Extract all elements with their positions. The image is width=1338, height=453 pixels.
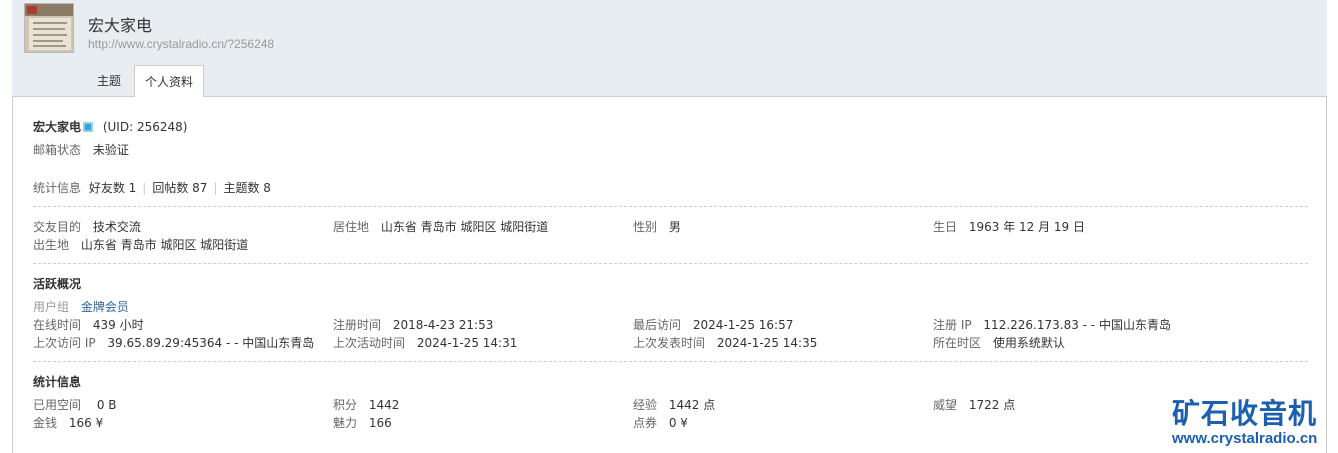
replies-count-link[interactable]: 回帖数 87 [152,181,207,195]
prestige-field: 威望 1722 点 [933,397,1015,413]
prestige-value: 1722 点 [968,398,1016,412]
birthday-field: 生日 1963 年 12 月 19 日 [933,219,1085,235]
purpose-field: 交友目的 技术交流 [33,219,141,235]
divider [33,361,1308,362]
money-field: 金钱 166 ¥ [33,415,103,431]
email-status-row: 邮箱状态 未验证 [33,142,129,158]
online-time-value: 439 小时 [92,318,144,332]
coupon-label: 点券 [633,416,658,430]
register-ip-value: 112.226.173.83 - - 中国山东青岛 [983,318,1171,332]
stats-summary-row: 统计信息 好友数 1 | 回帖数 87 | 主题数 8 [33,181,271,195]
register-time-label: 注册时间 [333,318,382,332]
last-active-label: 上次活动时间 [333,336,406,350]
experience-field: 经验 1442 点 [633,397,715,413]
residence-value: 山东省 青岛市 城阳区 城阳街道 [380,220,549,234]
user-group-label: 用户组 [33,300,70,314]
friends-count-link[interactable]: 好友数 1 [89,181,136,195]
online-time-label: 在线时间 [33,318,82,332]
birthplace-field: 出生地 山东省 青岛市 城阳区 城阳街道 [33,237,248,253]
timezone-field: 所在时区 使用系统默认 [933,335,1065,351]
email-status-value: 未验证 [92,143,129,157]
charm-field: 魅力 166 [333,415,392,431]
site-watermark: 矿石收音机 www.crystalradio.cn [1172,392,1332,450]
residence-field: 居住地 山东省 青岛市 城阳区 城阳街道 [333,219,548,235]
statistics-section-title: 统计信息 [33,375,82,389]
purpose-label: 交友目的 [33,220,82,234]
email-status-label: 邮箱状态 [33,143,82,157]
last-ip-field: 上次访问 IP 39.65.89.29:45364 - - 中国山东青岛 [33,335,314,351]
gender-field: 性别 男 [633,219,681,235]
activity-section-title: 活跃概况 [33,277,82,291]
user-group-field: 用户组 金牌会员 [33,299,129,315]
divider [33,206,1308,207]
last-visit-label: 最后访问 [633,318,682,332]
header-user-url[interactable]: http://www.crystalradio.cn/?256248 [88,37,274,51]
last-active-field: 上次活动时间 2024-1-25 14:31 [333,335,517,351]
charm-label: 魅力 [333,416,358,430]
space-used-value: 0 B [96,398,117,412]
space-used-label: 已用空间 [33,398,82,412]
timezone-value: 使用系统默认 [992,336,1065,350]
profile-header: 宏大家电 http://www.crystalradio.cn/?256248 … [12,0,1327,98]
threads-count-link[interactable]: 主题数 8 [223,181,270,195]
birthplace-value: 山东省 青岛市 城阳区 城阳街道 [80,238,249,252]
profile-name: 宏大家电 [33,120,82,134]
last-ip-value: 39.65.89.29:45364 - - 中国山东青岛 [107,336,315,350]
space-used-field: 已用空间 0 B [33,397,117,413]
register-time-field: 注册时间 2018-4-23 21:53 [333,317,493,333]
last-post-field: 上次发表时间 2024-1-25 14:35 [633,335,817,351]
watermark-url: www.crystalradio.cn [1172,430,1318,447]
money-label: 金钱 [33,416,58,430]
last-active-value: 2024-1-25 14:31 [416,336,518,350]
coupon-field: 点券 0 ¥ [633,415,688,431]
last-visit-field: 最后访问 2024-1-25 16:57 [633,317,793,333]
experience-label: 经验 [633,398,658,412]
gender-label: 性别 [633,220,658,234]
birthplace-label: 出生地 [33,238,70,252]
timezone-label: 所在时区 [933,336,982,350]
points-field: 积分 1442 [333,397,399,413]
profile-uid: (UID: 256248) [102,120,188,134]
last-visit-value: 2024-1-25 16:57 [692,318,794,332]
birthday-label: 生日 [933,220,958,234]
charm-value: 166 [368,416,392,430]
profile-content: 宏大家电 (UID: 256248) 邮箱状态 未验证 统计信息 好友数 1 | 回… [12,97,1327,453]
register-ip-field: 注册 IP 112.226.173.83 - - 中国山东青岛 [933,317,1171,333]
last-post-value: 2024-1-25 14:35 [716,336,818,350]
purpose-value: 技术交流 [92,220,141,234]
divider [33,263,1308,264]
prestige-label: 威望 [933,398,958,412]
header-username: 宏大家电 [88,16,153,35]
gender-value: 男 [668,220,681,234]
vip-icon [83,122,94,132]
points-label: 积分 [333,398,358,412]
tab-threads[interactable]: 主题 [84,65,134,97]
avatar-image [25,4,73,52]
watermark-title: 矿石收音机 [1172,397,1318,430]
last-ip-label: 上次访问 IP [33,336,96,350]
residence-label: 居住地 [333,220,370,234]
points-value: 1442 [368,398,400,412]
register-ip-label: 注册 IP [933,318,972,332]
coupon-value: 0 ¥ [668,416,688,430]
tab-profile[interactable]: 个人资料 [134,65,204,98]
online-time-field: 在线时间 439 小时 [33,317,144,333]
last-post-label: 上次发表时间 [633,336,706,350]
stats-summary-label: 统计信息 [33,181,82,195]
profile-name-row: 宏大家电 (UID: 256248) [33,119,187,135]
birthday-value: 1963 年 12 月 19 日 [968,220,1085,234]
avatar[interactable] [24,3,74,53]
money-value: 166 ¥ [68,416,104,430]
user-group-link[interactable]: 金牌会员 [81,300,129,314]
experience-value: 1442 点 [668,398,716,412]
register-time-value: 2018-4-23 21:53 [392,318,494,332]
